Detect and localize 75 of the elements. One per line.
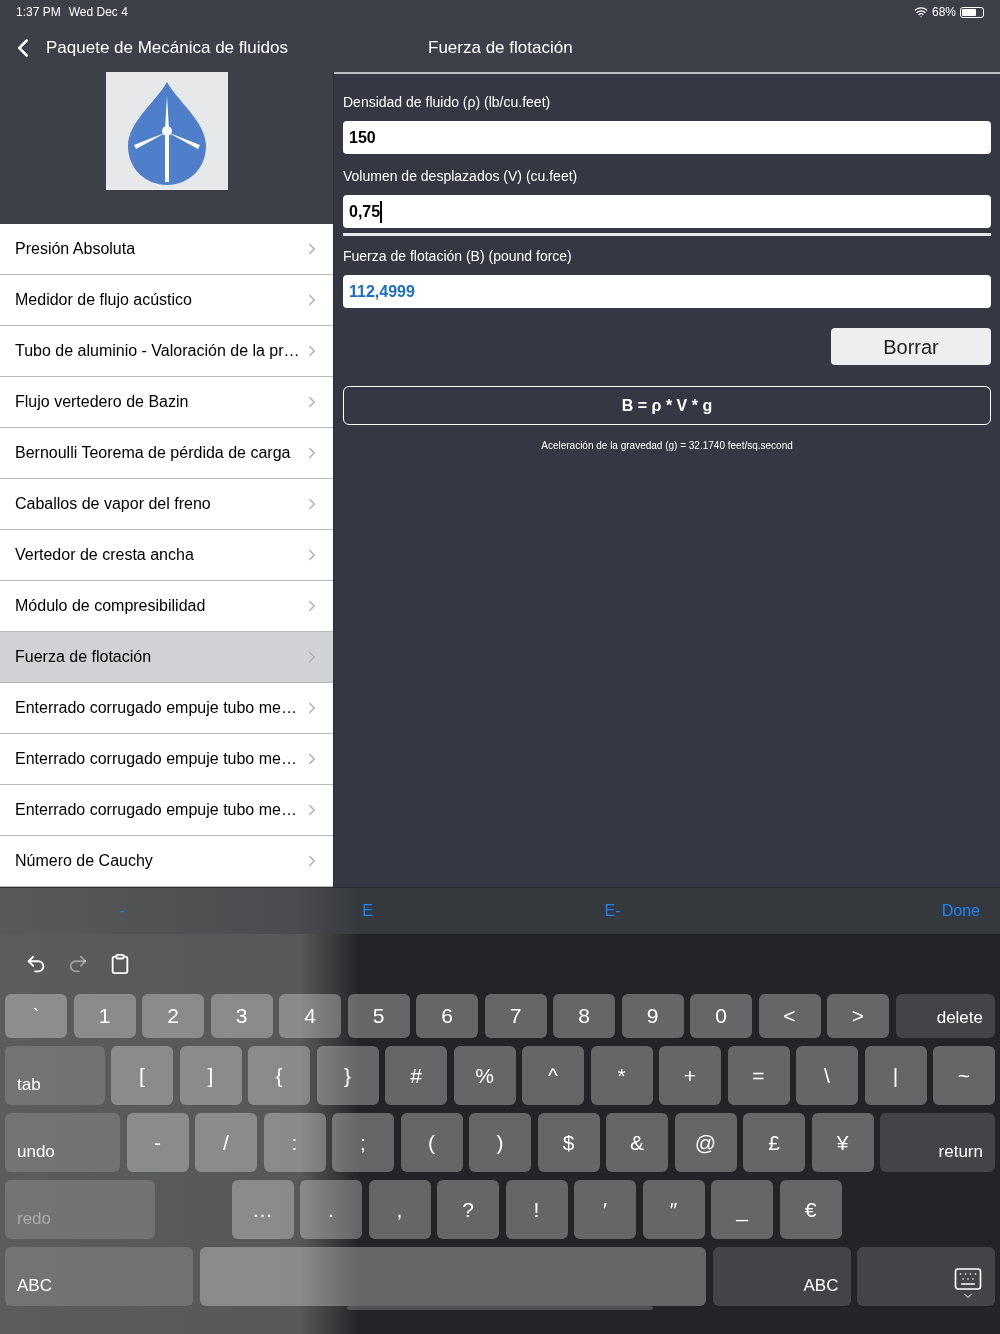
keyboard-key[interactable]: ! (505, 1180, 568, 1239)
keyboard-key[interactable]: { (248, 1046, 310, 1105)
keyboard-key[interactable]: ] (179, 1046, 242, 1105)
keyboard-key[interactable]: undo (5, 1113, 120, 1172)
clear-button[interactable]: Borrar (831, 328, 991, 365)
keyboard-key[interactable]: 0 (690, 994, 752, 1038)
field-label: Densidad de fluido (ρ) (lb/cu.feet) (343, 93, 552, 112)
keyboard-key[interactable]: @ (674, 1113, 737, 1172)
input-field[interactable]: 150 (343, 121, 991, 154)
formula-box: B = ρ * V * g (343, 386, 991, 425)
keyboard-key[interactable]: … (231, 1180, 294, 1239)
undo-icon[interactable] (25, 953, 47, 975)
keyboard-key[interactable]: & (606, 1113, 668, 1172)
keyboard-key[interactable]: 9 (621, 994, 684, 1038)
status-date: Wed Dec 4 (68, 4, 128, 21)
keyboard-key[interactable]: # (385, 1046, 447, 1105)
keyboard-key[interactable]: 8 (553, 994, 615, 1038)
keyboard-key[interactable]: ` (5, 994, 67, 1038)
status-time: 1:37 PM (16, 4, 61, 21)
keyboard-key[interactable]: 7 (484, 994, 547, 1038)
keyboard-key[interactable]: } (316, 1046, 379, 1105)
keyboard-key[interactable]: ? (437, 1180, 499, 1239)
keyboard-key[interactable]: % (453, 1046, 516, 1105)
keyboard-key[interactable]: * (590, 1046, 653, 1105)
gravity-note: Aceleración de la gravedad (g) = 32.1740 feet/sq.second (540, 439, 794, 453)
keyboard-key[interactable]: 2 (142, 994, 204, 1038)
keyboard-key[interactable]: / (195, 1113, 257, 1172)
sidebar-item[interactable]: Fuerza de flotación (0, 632, 333, 683)
keyboard-key[interactable]: € (779, 1180, 842, 1239)
hide-keyboard-key[interactable] (857, 1247, 995, 1306)
keyboard-key[interactable]: . (300, 1180, 362, 1239)
keyboard-key[interactable]: delete (895, 994, 995, 1038)
keyboard-key[interactable]: ′ (574, 1180, 636, 1239)
keyboard-key[interactable]: ABC (712, 1247, 851, 1306)
keyboard-key[interactable]: 4 (279, 994, 341, 1038)
keyboard-key[interactable]: \ (796, 1046, 858, 1105)
keyboard-suggestion[interactable]: E (245, 899, 490, 923)
battery-icon (960, 6, 984, 18)
keyboard-key[interactable]: _ (711, 1180, 773, 1239)
input-field[interactable]: 0,75 (343, 195, 991, 228)
keyboard-key[interactable]: = (727, 1046, 790, 1105)
keyboard-key[interactable]: + (659, 1046, 721, 1105)
keyboard-key[interactable]: : (263, 1113, 326, 1172)
keyboard-key[interactable]: ( (400, 1113, 463, 1172)
keyboard-key[interactable]: return (880, 1113, 995, 1172)
keyboard-key[interactable]: ~ (933, 1046, 995, 1105)
keyboard-key[interactable]: [ (111, 1046, 173, 1105)
keyboard-key[interactable]: 5 (347, 994, 410, 1038)
keyboard-key[interactable]: - (126, 1113, 189, 1172)
keyboard-suggestion[interactable]: Done (735, 899, 1000, 923)
paste-icon[interactable] (109, 953, 131, 975)
keyboard-key[interactable]: 1 (73, 994, 136, 1038)
keyboard-key[interactable]: | (864, 1046, 927, 1105)
keyboard-key[interactable]: < (758, 994, 821, 1038)
keyboard-key[interactable]: tab (5, 1046, 105, 1105)
keyboard-key[interactable]: $ (537, 1113, 600, 1172)
result-field[interactable]: 112,4999 (343, 275, 991, 308)
wifi-icon (913, 5, 928, 19)
keyboard-key[interactable]: ) (469, 1113, 531, 1172)
keyboard-key[interactable]: 3 (210, 994, 273, 1038)
keyboard-suggestion[interactable]: E- (490, 899, 735, 923)
keyboard-key[interactable]: ″ (642, 1180, 705, 1239)
back-link[interactable]: Paquete de Mecánica de fluidos (46, 35, 288, 61)
field-label: Fuerza de flotación (B) (pound force) (343, 247, 573, 266)
keyboard-key[interactable]: ^ (522, 1046, 584, 1105)
keyboard-key[interactable]: ABC (5, 1247, 193, 1306)
field-label: Volumen de desplazados (V) (cu.feet) (343, 167, 579, 186)
keyboard-key[interactable]: 6 (416, 994, 478, 1038)
keyboard-key[interactable]: £ (743, 1113, 805, 1172)
keyboard-key[interactable]: ¥ (811, 1113, 874, 1172)
keyboard-key[interactable]: , (368, 1180, 431, 1239)
keyboard-key[interactable]: ; (332, 1113, 394, 1172)
keyboard-key[interactable]: > (827, 994, 889, 1038)
page-title: Fuerza de flotación (428, 37, 573, 60)
battery-percent: 68% (931, 4, 956, 21)
